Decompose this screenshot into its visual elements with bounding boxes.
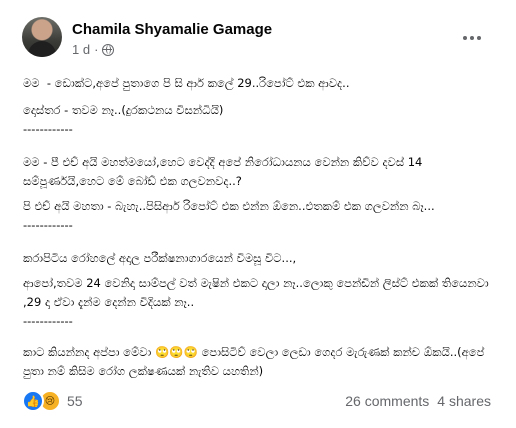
post-divider: ------------: [23, 122, 73, 136]
more-dot-icon: [470, 36, 474, 40]
like-icon: 👍: [22, 390, 44, 412]
post-meta: 1 d ·: [72, 42, 115, 57]
reaction-count[interactable]: 55: [67, 393, 83, 409]
avatar[interactable]: [22, 17, 62, 57]
post-divider: ------------: [23, 314, 73, 328]
post-paragraph: දොස්තර - තවම නෑ..(දුරකථනය විසන්ධියි): [23, 103, 224, 117]
post-body: මම - ඩොක්ට,අපේ පුතාගෙ පි සි ආර් කලේ 29..…: [23, 74, 493, 381]
reactions-summary[interactable]: 👍 😢 55: [22, 390, 83, 412]
globe-icon[interactable]: [102, 43, 115, 56]
post-paragraph: මම - පී එච් අයි මහත්මයෝ,හෙට වෙද්දි අපේ න…: [23, 155, 427, 188]
shares-count-link[interactable]: 4 shares: [437, 393, 491, 409]
post-divider: ------------: [23, 218, 73, 232]
avatar-figure: [28, 41, 56, 57]
more-dot-icon: [477, 36, 481, 40]
meta-separator: ·: [94, 42, 99, 57]
post-paragraph: කාට කියන්නද අප්පා මේවා 🙄🙄🙄 පොසිටිව් වෙලා…: [23, 345, 488, 378]
facebook-post: Chamila Shyamalie Gamage 1 d · මම - ඩොක්…: [0, 0, 516, 428]
post-stats: 26 comments 4 shares: [345, 393, 491, 409]
post-paragraph: මම - ඩොක්ට,අපේ පුතාගෙ පි සි ආර් කලේ 29..…: [23, 76, 350, 90]
post-time[interactable]: 1 d: [72, 42, 90, 57]
post-paragraph: ආපෝ,තවම 24 වෙනිදා සාම්පල් වත් මැෂින් එකට…: [23, 276, 493, 309]
more-dot-icon: [463, 36, 467, 40]
post-paragraph: පි එච් අයි මහතා - බැහැ..පිසිආර් රිපෝට් එ…: [23, 199, 435, 213]
author-name[interactable]: Chamila Shyamalie Gamage: [72, 21, 272, 38]
comments-count-link[interactable]: 26 comments: [345, 393, 429, 409]
post-paragraph: කරාපිටිය රෝහලේ අදාල පරීක්ෂනාගාරයෙන් විමස…: [23, 251, 297, 265]
more-options-button[interactable]: [459, 28, 485, 48]
